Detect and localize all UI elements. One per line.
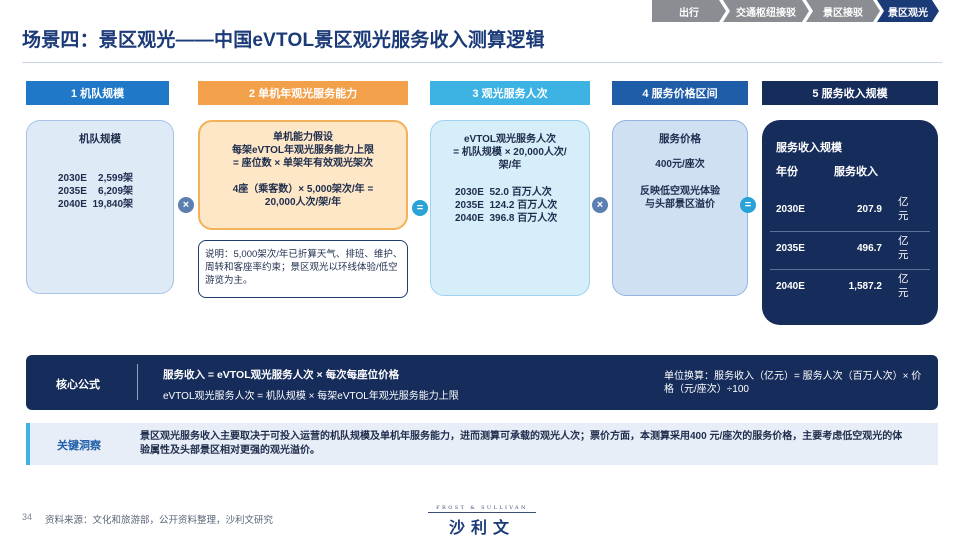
- core-formula-main: 服务收入 = eVTOL观光服务人次 × 每次每座位价格: [163, 369, 400, 381]
- revenue-col-year: 年份: [776, 166, 798, 178]
- revenue-value: 207.9: [856, 204, 882, 215]
- page-number: 34: [22, 512, 33, 522]
- key-insight-text: 景区观光服务收入主要取决于可投入运营的机队规模及单机年服务能力，进而测算可承载的…: [140, 431, 903, 456]
- capacity-line-1: 单机能力假设: [273, 132, 333, 143]
- tab-travel[interactable]: 出行: [652, 0, 726, 22]
- capacity-calc-1: 4座（乘客数）× 5,000架次/年 =: [232, 184, 374, 195]
- step-header-fleet: 1 机队规模: [26, 81, 169, 105]
- revenue-unit: 亿元: [898, 196, 909, 222]
- frost-sullivan-logo: 沙利文: [448, 520, 515, 537]
- page-title: 场景四：景区观光——中国eVTOL景区观光服务收入测算逻辑: [22, 30, 545, 51]
- step-header-passengers: 3 观光服务人次: [430, 81, 590, 105]
- passengers-row-2030: 2030E 52.0 百万人次: [455, 187, 552, 198]
- price-desc-2: 与头部景区溢价: [645, 199, 715, 210]
- revenue-year: 2030E: [776, 204, 805, 215]
- passengers-row-2040: 2040E 396.8 百万人次: [455, 213, 558, 224]
- revenue-row: 2030E 207.9 亿元: [770, 192, 934, 230]
- step-header-revenue: 5 服务收入规模: [762, 81, 938, 105]
- tab-hub-connection[interactable]: 交通枢纽接驳: [723, 0, 809, 22]
- fleet-title: 机队规模: [79, 133, 121, 145]
- tab-scenic-connection[interactable]: 景区接驳: [806, 0, 880, 22]
- tab-scenic-sightseeing[interactable]: 景区观光: [877, 0, 939, 22]
- revenue-row: 2035E 496.7 亿元: [770, 231, 934, 269]
- capacity-line-3: = 座位数 × 单架年有效观光架次: [232, 158, 373, 169]
- top-nav: 出行 交通枢纽接驳 景区接驳 景区观光: [652, 0, 939, 22]
- title-divider: [22, 62, 942, 63]
- price-title: 服务价格: [659, 133, 701, 145]
- price-value: 400元/座次: [655, 159, 705, 170]
- unit-conversion: 单位换算：服务收入（亿元）= 服务人次（百万人次）× 价格（元/座次）÷100: [664, 371, 922, 395]
- equals-icon: =: [740, 197, 756, 213]
- revenue-unit: 亿元: [898, 235, 909, 261]
- revenue-unit: 亿元: [898, 273, 909, 299]
- revenue-value: 1,587.2: [848, 281, 882, 292]
- multiply-icon: ×: [592, 197, 608, 213]
- capacity-line-2: 每架eVTOL年观光服务能力上限: [231, 145, 375, 156]
- revenue-value: 496.7: [856, 243, 882, 254]
- price-desc-1: 反映低空观光体验: [640, 186, 720, 197]
- core-formula-sub: eVTOL观光服务人次 = 机队规模 × 每架eVTOL年观光服务能力上限: [163, 391, 459, 402]
- revenue-year: 2040E: [776, 281, 805, 292]
- fleet-row-2030: 2030E 2,599架: [58, 173, 134, 184]
- capacity-calc-2: 20,000人次/架/年: [264, 197, 342, 208]
- multiply-icon: ×: [178, 197, 194, 213]
- core-formula-label: 核心公式: [56, 379, 100, 391]
- revenue-col-value: 服务收入: [834, 166, 878, 178]
- passengers-line-1: eVTOL观光服务人次: [463, 134, 557, 145]
- step-header-capacity: 2 单机年观光服务能力: [198, 81, 408, 105]
- assumption-note-text: 说明：5,000架次/年已折算天气、排班、维护、周转和客座率约束；景区观光以环线…: [205, 249, 403, 286]
- source-note: 资料来源：文化和旅游部，公开资料整理，沙利文研究: [45, 515, 274, 526]
- logo-rule: [428, 512, 536, 513]
- passengers-row-2035: 2035E 124.2 百万人次: [455, 200, 558, 211]
- revenue-title: 服务收入规模: [776, 142, 842, 154]
- key-insight-label: 关键洞察: [57, 440, 101, 452]
- fleet-row-2040: 2040E 19,840架: [58, 199, 134, 210]
- logo-wordmark: FROST & SULLIVAN: [436, 505, 528, 511]
- revenue-row: 2040E 1,587.2 亿元: [770, 269, 934, 307]
- passengers-line-2: = 机队规模 × 20,000人次/: [453, 147, 567, 158]
- revenue-year: 2035E: [776, 243, 805, 254]
- core-formula-divider: [137, 364, 138, 400]
- passengers-line-3: 架/年: [498, 160, 522, 171]
- step-header-price: 4 服务价格区间: [612, 81, 748, 105]
- fleet-row-2035: 2035E 6,209架: [58, 186, 134, 197]
- equals-icon: =: [412, 200, 428, 216]
